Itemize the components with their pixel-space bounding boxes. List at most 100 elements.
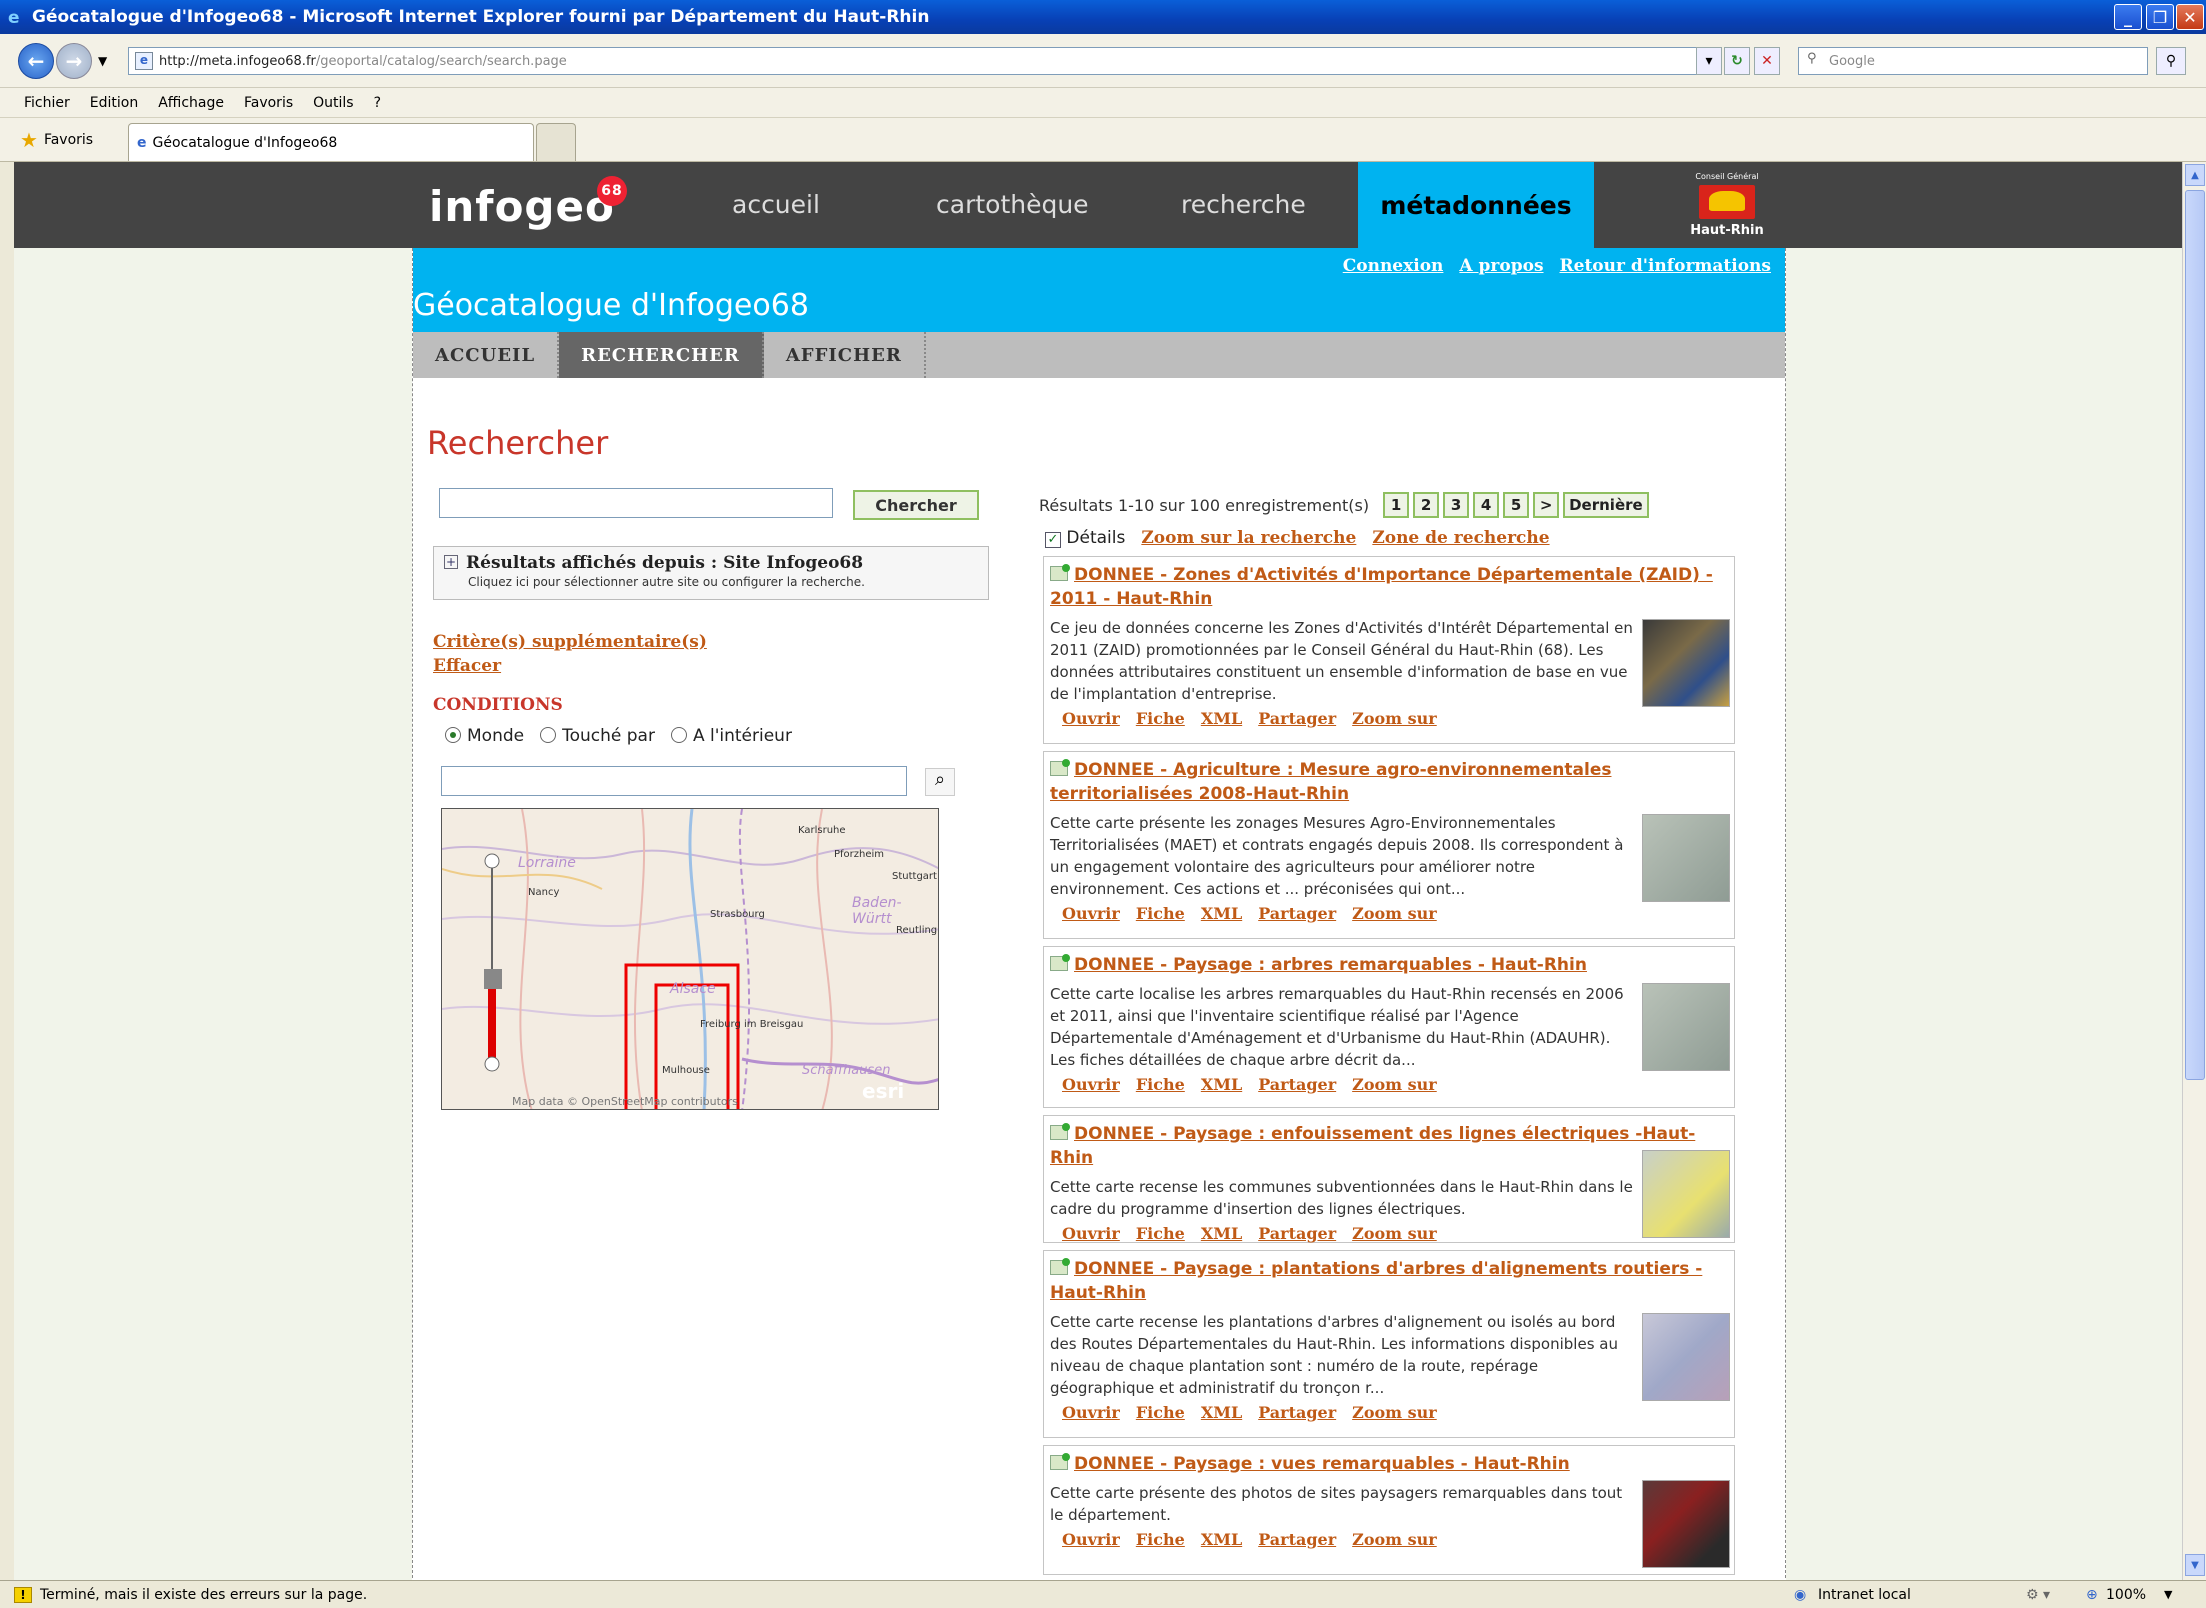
search-map[interactable]: Lorraine Nancy Karlsruhe Pforzheim Stutt… [441,808,939,1110]
result-title[interactable]: DONNEE - Paysage : enfouissement des lig… [1050,1122,1728,1170]
zoom-link[interactable]: Zoom sur [1352,709,1437,728]
fiche-link[interactable]: Fiche [1136,1224,1185,1243]
share-link[interactable]: Partager [1258,1075,1336,1094]
xml-link[interactable]: XML [1201,904,1242,923]
page-2-button[interactable]: 2 [1413,492,1440,518]
search-zone-link[interactable]: Zone de recherche [1372,528,1549,548]
feedback-link[interactable]: Retour d'informations [1560,256,1771,276]
url-field[interactable]: e http://meta.infogeo68.fr/geoportal/cat… [128,47,1698,75]
nav-cartotheque[interactable]: cartothèque [936,190,1089,219]
open-link[interactable]: Ouvrir [1062,709,1120,728]
details-checkbox[interactable]: ✓ Détails [1045,528,1125,548]
result-title[interactable]: DONNEE - Zones d'Activités d'Importance … [1050,563,1728,611]
login-link[interactable]: Connexion [1343,256,1444,276]
tab-accueil[interactable]: ACCUEIL [413,332,560,378]
protected-mode-icon[interactable]: ⚙ ▾ [2026,1587,2050,1603]
zoom-link[interactable]: Zoom sur [1352,1403,1437,1422]
share-link[interactable]: Partager [1258,904,1336,923]
refresh-icon[interactable]: ↻ [1724,47,1750,75]
open-link[interactable]: Ouvrir [1062,1224,1120,1243]
result-thumbnail[interactable] [1642,983,1730,1071]
page-5-button[interactable]: 5 [1503,492,1530,518]
forward-button[interactable]: → [56,43,92,79]
result-title[interactable]: DONNEE - Paysage : plantations d'arbres … [1050,1257,1728,1305]
radio-touche[interactable]: Touché par [540,726,655,746]
nav-metadonnees[interactable]: métadonnées [1358,162,1594,248]
open-link[interactable]: Ouvrir [1062,1530,1120,1549]
nav-recherche[interactable]: recherche [1181,190,1306,219]
fiche-link[interactable]: Fiche [1136,904,1185,923]
xml-link[interactable]: XML [1201,1403,1242,1422]
radio-monde[interactable]: Monde [445,726,524,746]
xml-link[interactable]: XML [1201,1224,1242,1243]
extra-criteria-link[interactable]: Critère(s) supplémentaire(s) [433,632,707,652]
next-page-button[interactable]: > [1533,492,1560,518]
page-1-button[interactable]: 1 [1383,492,1410,518]
menu-favorites[interactable]: Favoris [244,95,293,111]
binoculars-icon[interactable]: ⌕ [925,768,955,796]
result-thumbnail[interactable] [1642,1313,1730,1401]
restore-button[interactable]: ❐ [2146,4,2174,30]
zoom-dropdown-icon[interactable]: ▼ [2164,1588,2172,1601]
fiche-link[interactable]: Fiche [1136,1530,1185,1549]
warning-icon[interactable]: ! [14,1586,32,1603]
url-dropdown-icon[interactable]: ▾ [1696,47,1722,75]
favorites-button[interactable]: ★ Favoris [20,128,93,152]
tab-rechercher[interactable]: RECHERCHER [559,332,764,378]
result-title[interactable]: DONNEE - Agriculture : Mesure agro-envir… [1050,758,1728,806]
result-thumbnail[interactable] [1642,814,1730,902]
radio-interieur[interactable]: A l'intérieur [670,726,792,746]
xml-link[interactable]: XML [1201,709,1242,728]
new-tab-button[interactable] [536,123,576,161]
menu-edit[interactable]: Edition [90,95,138,111]
close-button[interactable]: ✕ [2176,4,2204,30]
result-thumbnail[interactable] [1642,1150,1730,1238]
share-link[interactable]: Partager [1258,1224,1336,1243]
vertical-scrollbar[interactable]: ▲ ▼ [2182,162,2206,1580]
page-4-button[interactable]: 4 [1473,492,1500,518]
result-thumbnail[interactable] [1642,619,1730,707]
haut-rhin-logo[interactable]: Conseil Général Haut-Rhin [1682,172,1772,238]
zoom-link[interactable]: Zoom sur [1352,1075,1437,1094]
expand-icon[interactable]: + [444,555,458,569]
share-link[interactable]: Partager [1258,1530,1336,1549]
fiche-link[interactable]: Fiche [1136,1075,1185,1094]
search-input[interactable] [439,488,833,518]
share-link[interactable]: Partager [1258,1403,1336,1422]
clear-link[interactable]: Effacer [433,656,501,676]
fiche-link[interactable]: Fiche [1136,709,1185,728]
result-title[interactable]: DONNEE - Paysage : arbres remarquables -… [1050,953,1728,977]
xml-link[interactable]: XML [1201,1075,1242,1094]
location-input[interactable] [441,766,907,796]
zoom-link[interactable]: Zoom sur [1352,1530,1437,1549]
back-button[interactable]: ← [18,43,54,79]
history-dropdown-icon[interactable]: ▼ [98,54,107,68]
result-title[interactable]: DONNEE - Paysage : vues remarquables - H… [1050,1452,1728,1476]
search-go-button[interactable]: ⚲ [2156,47,2186,75]
result-thumbnail[interactable] [1642,1480,1730,1568]
stop-icon[interactable]: ✕ [1754,47,1780,75]
search-button[interactable]: Chercher [853,490,979,520]
last-page-button[interactable]: Dernière [1563,492,1649,518]
zoom-link[interactable]: Zoom sur [1352,904,1437,923]
xml-link[interactable]: XML [1201,1530,1242,1549]
open-link[interactable]: Ouvrir [1062,1075,1120,1094]
scroll-up-icon[interactable]: ▲ [2185,164,2205,186]
zoom-search-link[interactable]: Zoom sur la recherche [1141,528,1356,548]
menu-help[interactable]: ? [374,95,381,111]
tab-afficher[interactable]: AFFICHER [764,332,926,378]
open-link[interactable]: Ouvrir [1062,1403,1120,1422]
scroll-down-icon[interactable]: ▼ [2185,1554,2205,1576]
results-source-panel[interactable]: + Résultats affichés depuis : Site Infoge… [433,546,989,600]
menu-view[interactable]: Affichage [158,95,224,111]
open-link[interactable]: Ouvrir [1062,904,1120,923]
about-link[interactable]: A propos [1459,256,1543,276]
menu-tools[interactable]: Outils [313,95,353,111]
nav-accueil[interactable]: accueil [732,190,820,219]
zoom-level[interactable]: 100% [2106,1587,2146,1603]
browser-tab[interactable]: e Géocatalogue d'Infogeo68 [128,123,534,161]
zoom-link[interactable]: Zoom sur [1352,1224,1437,1243]
page-3-button[interactable]: 3 [1443,492,1470,518]
scroll-thumb[interactable] [2185,190,2205,1080]
infogeo-logo[interactable]: infogeo 68 [429,176,627,231]
